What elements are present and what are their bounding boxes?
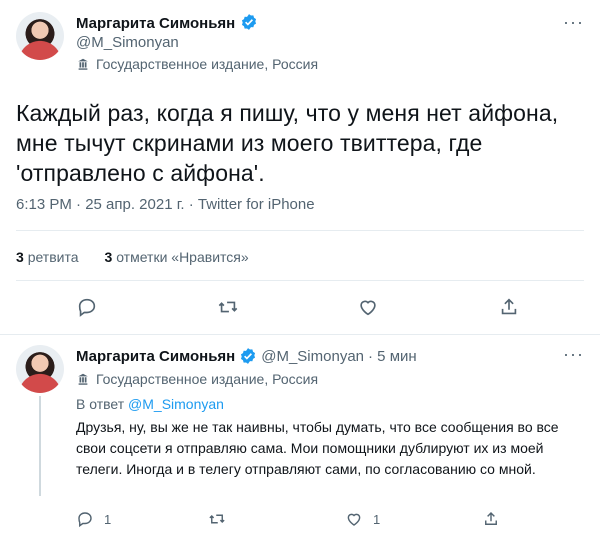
- main-author-line: Маргарита Симоньян: [76, 13, 258, 33]
- reply-like-count: 1: [373, 511, 381, 527]
- reply-icon: [78, 298, 96, 317]
- reply-gov-label[interactable]: Государственное издание, Россия: [76, 371, 318, 387]
- share-icon: [501, 298, 517, 315]
- government-flag-icon: [78, 58, 88, 70]
- reply-handle[interactable]: @M_Simonyan: [261, 348, 364, 365]
- reply-more-icon[interactable]: ···: [563, 344, 584, 365]
- main-stats: 3 ретвита 3 отметки «Нравится»: [16, 249, 249, 265]
- main-like-button[interactable]: [357, 296, 379, 323]
- main-tweet-text: Каждый раз, когда я пишу, что у меня нет…: [16, 100, 559, 186]
- divider: [16, 280, 584, 281]
- main-handle[interactable]: @M_Simonyan: [76, 34, 179, 51]
- heart-icon: [347, 513, 361, 526]
- reply-time-ago[interactable]: · 5 мин: [368, 348, 417, 365]
- divider: [16, 230, 584, 231]
- divider: [0, 334, 600, 335]
- main-retweet-button[interactable]: [216, 296, 240, 323]
- verified-badge-icon: [241, 14, 256, 30]
- reply-reply-button[interactable]: 1: [76, 510, 111, 528]
- reply-to-line: В ответ @M_Simonyan: [76, 396, 224, 412]
- main-gov-label[interactable]: Государственное издание, Россия: [76, 56, 318, 72]
- likes-count: 3: [104, 249, 113, 265]
- thread-line: [39, 396, 41, 496]
- reply-to-prefix: В ответ: [76, 396, 125, 412]
- retweet-icon: [218, 301, 238, 313]
- government-flag-icon: [78, 373, 88, 385]
- reply-avatar[interactable]: [16, 345, 64, 393]
- main-timestamp[interactable]: 6:13 PM · 25 апр. 2021 г. · Twitter for …: [16, 196, 315, 213]
- main-gov-label-text: Государственное издание, Россия: [96, 56, 319, 72]
- main-avatar[interactable]: [16, 12, 64, 60]
- retweets-label: ретвита: [27, 249, 79, 265]
- reply-tweet-text: Друзья, ну, вы же не так наивны, чтобы д…: [76, 419, 559, 477]
- reply-to-handle[interactable]: @M_Simonyan: [128, 396, 224, 412]
- likes-stat[interactable]: 3 отметки «Нравится»: [105, 249, 249, 265]
- reply-share-button[interactable]: [482, 510, 500, 533]
- reply-retweet-button[interactable]: [207, 510, 227, 533]
- reply-author-line: Маргарита Симоньян @M_Simonyan · 5 мин: [76, 347, 417, 365]
- reply-reply-count: 1: [104, 511, 112, 527]
- retweet-icon: [209, 514, 225, 524]
- retweets-count: 3: [16, 249, 24, 265]
- reply-icon: [78, 512, 92, 528]
- reply-gov-label-text: Государственное издание, Россия: [96, 371, 319, 387]
- main-more-icon[interactable]: ···: [563, 12, 584, 33]
- share-icon: [485, 511, 497, 525]
- main-author-name[interactable]: Маргарита Симоньян: [76, 15, 235, 32]
- verified-badge-icon: [241, 348, 256, 364]
- retweets-stat[interactable]: 3 ретвита: [16, 249, 79, 265]
- main-reply-button[interactable]: [76, 296, 98, 323]
- reply-author-name[interactable]: Маргарита Симоньян: [76, 348, 235, 365]
- heart-icon: [360, 300, 376, 316]
- likes-label: отметки «Нравится»: [116, 249, 249, 265]
- main-share-button[interactable]: [498, 296, 520, 323]
- reply-like-button[interactable]: 1: [345, 510, 380, 528]
